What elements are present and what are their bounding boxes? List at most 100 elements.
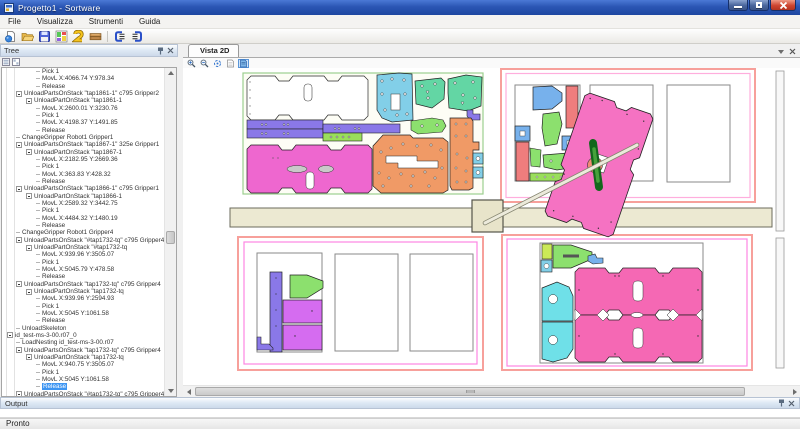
zoom-out-button[interactable] [199, 59, 210, 68]
zoom-in-button[interactable] [186, 59, 197, 68]
tree-item[interactable]: Release [2, 273, 164, 280]
tree-item[interactable]: Pick 1 [2, 207, 164, 214]
tree-view[interactable]: Pick 1MovL X:4066.74 Y:978.34ReleaseUnlo… [1, 67, 177, 397]
tree-item[interactable]: Release [2, 83, 164, 90]
scroll-left-button[interactable] [183, 386, 194, 397]
expander-icon[interactable] [16, 281, 22, 287]
tree-item[interactable]: MovL X:939.96 Y:2594.93 [2, 295, 164, 302]
tree-item[interactable]: Release [2, 178, 164, 185]
save-button[interactable] [37, 30, 51, 43]
pin-icon[interactable] [157, 47, 164, 55]
zoom-extents-button[interactable] [212, 59, 223, 68]
nesting-button[interactable] [54, 30, 68, 43]
tree-item[interactable]: UnloadPartsOnStack "tap1732-tq" c795 Gri… [2, 281, 164, 288]
stack-area-bottom-right[interactable] [502, 235, 784, 370]
tree-item[interactable]: MovL X:5045 Y:1061.58 [2, 376, 164, 383]
tree-item[interactable]: Release [2, 222, 164, 229]
expander-icon[interactable] [26, 245, 32, 251]
tree-item[interactable]: UnloadPartsOnStack "tap1866-1" c795 Grip… [2, 185, 164, 192]
expander-icon[interactable] [26, 149, 32, 155]
tree-item[interactable]: MovL X:4198.37 Y:1491.85 [2, 119, 164, 126]
expander-icon[interactable] [26, 354, 32, 360]
snapshot-button[interactable] [225, 59, 236, 68]
tree-item[interactable]: UnloadPartOnStack "tap1732-tq [2, 288, 164, 295]
scroll-right-button[interactable] [789, 386, 800, 397]
maximize-button[interactable] [749, 0, 769, 11]
tree-item[interactable]: Pick 1 [2, 68, 164, 75]
tree-item[interactable]: Pick 1 [2, 368, 164, 375]
tree-item[interactable]: UnloadPartOnStack "tap1866-1 [2, 193, 164, 200]
expander-icon[interactable] [16, 347, 22, 353]
tree-item[interactable]: MovL X:4484.32 Y:1480.19 [2, 215, 164, 222]
tree-item[interactable]: MovL X:2589.32 Y:3442.75 [2, 200, 164, 207]
tab-list-dropdown-icon[interactable] [778, 50, 784, 54]
scroll-down-button[interactable] [165, 386, 176, 396]
tree-vertical-scrollbar[interactable] [164, 68, 176, 396]
report-2-button[interactable] [71, 30, 85, 43]
open-button[interactable] [20, 30, 34, 43]
expander-icon[interactable] [16, 91, 22, 97]
expander-icon[interactable] [16, 237, 22, 243]
menu-item-guida[interactable]: Guida [131, 15, 168, 28]
tree-item[interactable]: MovL X:5045.79 Y:478.58 [2, 266, 164, 273]
tree-item[interactable]: Release [2, 127, 164, 134]
menu-item-visualizza[interactable]: Visualizza [29, 15, 81, 28]
stack-area-bottom-left[interactable] [238, 237, 483, 370]
nesting-sheet[interactable] [243, 73, 483, 194]
tree-item[interactable]: Pick 1 [2, 303, 164, 310]
tab-vista-2d[interactable]: Vista 2D [188, 44, 239, 57]
tree-item[interactable]: Pick 1 [2, 163, 164, 170]
close-panel-icon[interactable] [167, 47, 174, 54]
tree-item[interactable]: UnloadSkeleton [2, 324, 164, 331]
close-button[interactable] [770, 0, 796, 11]
expander-icon[interactable] [26, 98, 32, 104]
tree-item[interactable]: MovL X:940.75 Y:3505.07 [2, 361, 164, 368]
scroll-up-button[interactable] [165, 68, 176, 78]
close-panel-icon[interactable] [788, 400, 795, 407]
tree-item[interactable]: MovL X:363.83 Y:428.32 [2, 171, 164, 178]
tree-refresh-icon[interactable] [12, 58, 20, 66]
tree-item[interactable]: id_test-ms-3-00.r07_0 [2, 332, 164, 339]
tree-item[interactable]: MovL X:939.96 Y:3505.07 [2, 251, 164, 258]
expander-icon[interactable] [16, 142, 22, 148]
tree-item[interactable]: ChangeGripper Robot1 Gripper1 [2, 134, 164, 141]
vista-2d-canvas[interactable] [183, 68, 800, 385]
tree-item[interactable]: UnloadPartsOnStack "#tap1732-tq" c795 Gr… [2, 237, 164, 244]
tree-item[interactable]: MovL X:4066.74 Y:978.34 [2, 75, 164, 82]
expander-icon[interactable] [16, 391, 22, 396]
tree-item[interactable]: MovL X:2182.95 Y:2669.36 [2, 156, 164, 163]
close-tab-icon[interactable] [789, 48, 796, 55]
tree-item[interactable]: UnloadPartOnStack "tap1732-tq [2, 354, 164, 361]
tree-item[interactable]: UnloadPartsOnStack "tap1867-1" 325e Grip… [2, 141, 164, 148]
new-document-button[interactable] [3, 30, 17, 43]
sim-step-left-button[interactable] [113, 30, 127, 43]
title-bar[interactable]: Progetto1 - Sortware [0, 0, 800, 15]
tree-item[interactable]: MovL X:2600.01 Y:3230.76 [2, 105, 164, 112]
scrollbar-thumb[interactable] [195, 387, 745, 396]
view-horizontal-scrollbar[interactable] [183, 385, 800, 397]
tree-item[interactable]: MovL X:5045 Y:1061.58 [2, 310, 164, 317]
tree-item[interactable]: UnloadPartOnStack "tap1861-1 [2, 97, 164, 104]
tree-item[interactable]: UnloadPartsOnStack "tap1861-1" c795 Grip… [2, 90, 164, 97]
tree-item[interactable]: UnloadPartsOnStack "#tap1732-tq" c795 Gr… [2, 390, 164, 396]
tree-item[interactable]: Pick 1 [2, 112, 164, 119]
tree-view-icon[interactable] [2, 58, 10, 66]
menu-item-file[interactable]: File [0, 15, 29, 28]
tree-item[interactable]: LoadNesting id_test-ms-3-00.r07 [2, 339, 164, 346]
tree-item[interactable]: ChangeGripper Robot1 Gripper4 [2, 229, 164, 236]
expander-icon[interactable] [16, 186, 22, 192]
pin-icon[interactable] [778, 399, 785, 407]
expander-icon[interactable] [26, 289, 32, 295]
tree-item[interactable]: Release [2, 383, 164, 390]
expander-icon[interactable] [26, 193, 32, 199]
minimize-button[interactable] [728, 0, 748, 11]
pan-view-button[interactable] [238, 59, 249, 68]
tree-item[interactable]: Release [2, 317, 164, 324]
scrollbar-thumb[interactable] [166, 231, 175, 244]
sim-step-right-button[interactable] [130, 30, 144, 43]
tree-item[interactable]: UnloadPartOnStack "tap1867-1 [2, 149, 164, 156]
expander-icon[interactable] [7, 332, 13, 338]
tree-item[interactable]: UnloadPartOnStack "#tap1732-tq [2, 244, 164, 251]
material-button[interactable] [88, 30, 102, 43]
tree-item[interactable]: UnloadPartsOnStack "tap1732-tq" c795 Gri… [2, 346, 164, 353]
